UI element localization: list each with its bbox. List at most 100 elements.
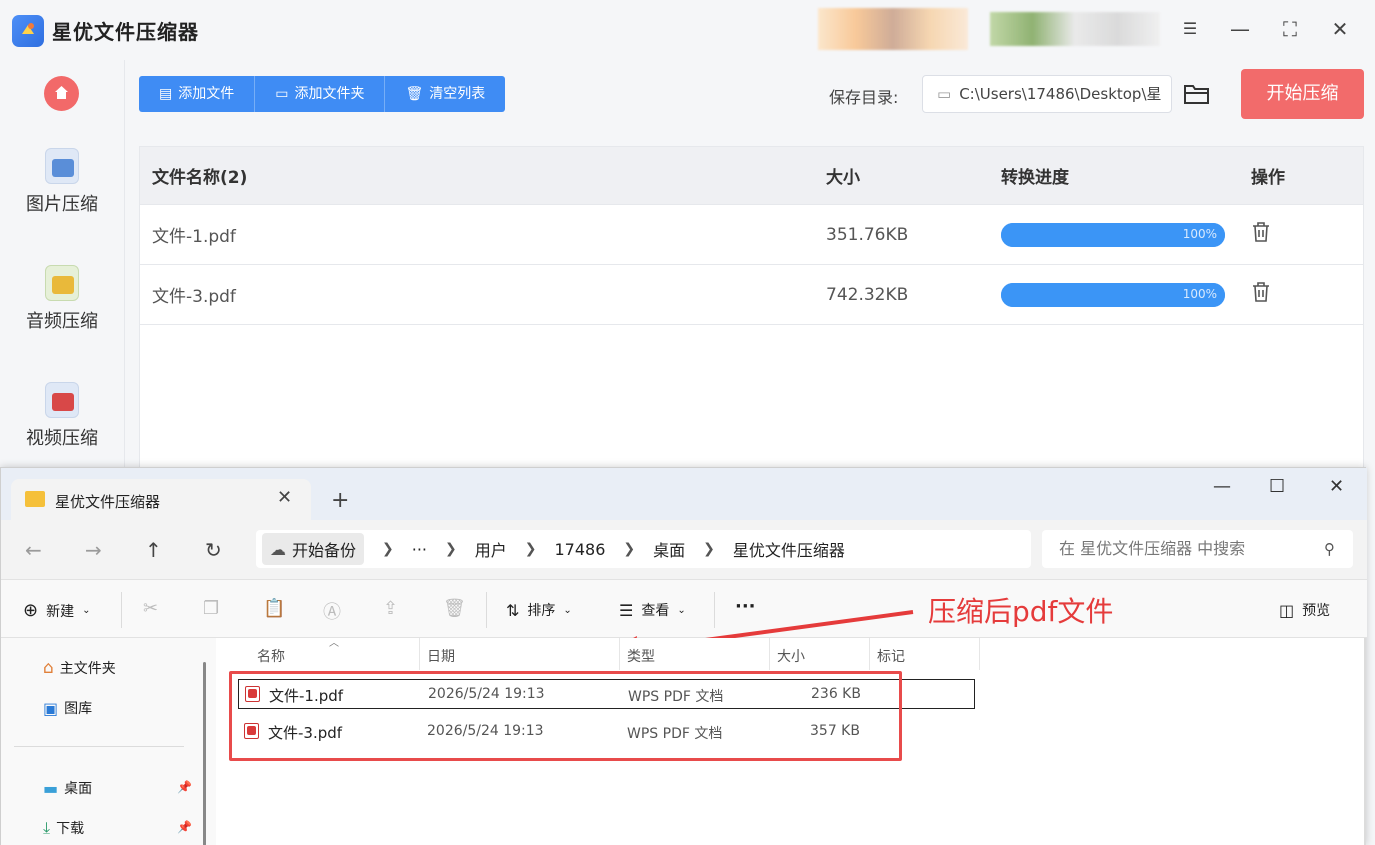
table-row: 文件-3.pdf 742.32KB 100% bbox=[140, 265, 1363, 325]
minimize-button[interactable]: — bbox=[1226, 15, 1254, 43]
tab-title: 星优文件压缩器 bbox=[55, 493, 161, 511]
save-dir-field[interactable]: ▭ C:\Users\17486\Desktop\星 bbox=[922, 75, 1172, 113]
nav-scrollbar[interactable] bbox=[203, 662, 206, 845]
sidebar: 图片压缩 音频压缩 视频压缩 bbox=[0, 60, 124, 470]
menu-icon[interactable]: ☰ bbox=[1176, 15, 1204, 43]
pin-icon[interactable]: 📌 bbox=[177, 780, 192, 794]
highlight-box bbox=[229, 671, 902, 761]
explorer-tab-bar: 星优文件压缩器 ✕ + — ☐ ✕ bbox=[1, 468, 1367, 520]
nav-item-desktop[interactable]: ▬ 桌面 bbox=[43, 778, 92, 798]
share-icon[interactable]: ⇪ bbox=[383, 598, 398, 619]
crumb-folder[interactable]: 星优文件压缩器 bbox=[733, 537, 845, 561]
sort-icon: ⇅ bbox=[506, 600, 520, 620]
nav-label: 主文件夹 bbox=[59, 661, 116, 677]
sidebar-item-label: 音频压缩 bbox=[26, 311, 98, 332]
audio-compress-icon bbox=[45, 265, 79, 301]
delete-icon[interactable] bbox=[1251, 221, 1271, 243]
sidebar-item-video[interactable]: 视频压缩 bbox=[0, 382, 124, 450]
desktop-icon: ▬ bbox=[43, 778, 59, 798]
file-name: 文件-1.pdf bbox=[152, 227, 236, 247]
crumb-users[interactable]: 用户 bbox=[475, 537, 507, 561]
backup-crumb[interactable]: ☁ 开始备份 bbox=[262, 533, 365, 565]
navigation-pane: ⌂ 主文件夹 ▣ 图库 ▬ 桌面 📌 ⤓ 下载 📌 bbox=[1, 638, 216, 845]
folder-icon bbox=[25, 491, 45, 507]
pin-icon[interactable]: 📌 bbox=[177, 820, 192, 834]
nav-item-download[interactable]: ⤓ 下载 bbox=[43, 818, 84, 838]
sidebar-item-label: 视频压缩 bbox=[26, 428, 98, 449]
breadcrumb[interactable]: ☁ 开始备份 ❯ ··· ❯ 用户 ❯ 17486 ❯ 桌面 ❯ 星优文件压缩器 bbox=[256, 530, 1031, 568]
new-button[interactable]: ⊕ 新建 ⌄ bbox=[23, 600, 90, 621]
crumb-user[interactable]: 17486 bbox=[555, 540, 606, 559]
backup-label: 开始备份 bbox=[292, 541, 357, 560]
column-type[interactable]: 类型 bbox=[627, 646, 655, 666]
download-icon: ⤓ bbox=[43, 818, 51, 837]
account-info-blurred bbox=[990, 12, 1160, 46]
explorer-close-button[interactable]: ✕ bbox=[1329, 476, 1344, 497]
open-folder-icon[interactable] bbox=[1183, 82, 1211, 106]
nav-item-home[interactable]: ⌂ 主文件夹 bbox=[43, 658, 116, 678]
close-button[interactable]: ✕ bbox=[1326, 15, 1354, 43]
cut-icon[interactable]: ✂ bbox=[143, 598, 158, 619]
copy-icon[interactable]: ❐ bbox=[203, 598, 219, 619]
home-icon: ⌂ bbox=[43, 658, 54, 678]
back-arrow-icon[interactable]: ← bbox=[25, 538, 42, 562]
sidebar-item-label: 图片压缩 bbox=[26, 194, 98, 215]
preview-button[interactable]: ◫ 预览 bbox=[1279, 600, 1330, 620]
logo-icon bbox=[22, 23, 34, 34]
divider bbox=[486, 592, 487, 628]
file-pane-scrollbar[interactable] bbox=[1364, 638, 1366, 845]
column-date[interactable]: 日期 bbox=[427, 646, 455, 666]
table-header: 文件名称(2) 大小 转换进度 操作 bbox=[140, 147, 1363, 205]
sort-caret-icon: ︿ bbox=[329, 638, 339, 649]
header-progress: 转换进度 bbox=[1001, 168, 1069, 188]
new-tab-button[interactable]: + bbox=[331, 488, 349, 513]
chevron-right-icon: ❯ bbox=[623, 541, 636, 557]
column-divider bbox=[869, 638, 870, 670]
clear-list-button[interactable]: 🗑 清空列表 bbox=[385, 76, 505, 112]
forward-arrow-icon[interactable]: → bbox=[85, 538, 102, 562]
search-input[interactable]: 在 星优文件压缩器 中搜索 ⚲ bbox=[1042, 530, 1353, 568]
delete-icon[interactable] bbox=[1251, 281, 1271, 303]
ops-cell bbox=[1251, 221, 1361, 248]
search-placeholder: 在 星优文件压缩器 中搜索 bbox=[1059, 539, 1246, 558]
rename-icon[interactable]: Ⓐ bbox=[323, 598, 341, 624]
folder-outline-icon: ▭ bbox=[937, 85, 952, 103]
sidebar-item-image[interactable]: 图片压缩 bbox=[0, 148, 124, 216]
chevron-right-icon: ❯ bbox=[445, 541, 457, 557]
column-tag[interactable]: 标记 bbox=[877, 646, 905, 666]
maximize-button[interactable]: ⛶ bbox=[1276, 15, 1304, 43]
nav-item-gallery[interactable]: ▣ 图库 bbox=[43, 698, 92, 718]
chevron-right-icon: ❯ bbox=[382, 541, 394, 557]
add-file-button[interactable]: ▤ 添加文件 bbox=[139, 76, 256, 112]
explorer-maximize-button[interactable]: ☐ bbox=[1269, 476, 1285, 497]
chevron-down-icon: ⌄ bbox=[563, 604, 572, 616]
explorer-tab[interactable]: 星优文件压缩器 ✕ bbox=[11, 479, 311, 520]
file-name: 文件-3.pdf bbox=[152, 287, 236, 307]
crumb-more[interactable]: ··· bbox=[412, 540, 427, 559]
column-size[interactable]: 大小 bbox=[777, 646, 805, 666]
sort-button[interactable]: ⇅ 排序 ⌄ bbox=[506, 600, 572, 620]
refresh-icon[interactable]: ↻ bbox=[205, 538, 222, 562]
paste-icon[interactable]: 📋 bbox=[263, 598, 285, 619]
header-size: 大小 bbox=[826, 168, 860, 188]
delete-icon[interactable]: 🗑 bbox=[443, 598, 466, 619]
add-folder-button[interactable]: ▭ 添加文件夹 bbox=[255, 76, 386, 112]
explorer-minimize-button[interactable]: — bbox=[1213, 476, 1231, 497]
sidebar-item-audio[interactable]: 音频压缩 bbox=[0, 265, 124, 333]
file-table: 文件名称(2) 大小 转换进度 操作 文件-1.pdf 351.76KB 100… bbox=[139, 146, 1364, 470]
chevron-right-icon: ❯ bbox=[703, 541, 715, 557]
column-name[interactable]: 名称 bbox=[257, 646, 285, 666]
start-compress-button[interactable]: 开始压缩 bbox=[1241, 69, 1364, 119]
image-compress-icon bbox=[45, 148, 79, 184]
home-button[interactable] bbox=[44, 76, 79, 111]
table-row: 文件-1.pdf 351.76KB 100% bbox=[140, 205, 1363, 265]
up-arrow-icon[interactable]: ↑ bbox=[145, 538, 162, 562]
ops-cell bbox=[1251, 281, 1361, 308]
tab-close-icon[interactable]: ✕ bbox=[277, 487, 292, 508]
progress-bar: 100% bbox=[1001, 282, 1225, 307]
annotation-text: 压缩后pdf文件 bbox=[928, 595, 1114, 628]
nav-label: 桌面 bbox=[64, 781, 93, 797]
user-info-blurred bbox=[818, 8, 968, 50]
crumb-desktop[interactable]: 桌面 bbox=[653, 537, 685, 561]
new-label: 新建 bbox=[46, 603, 75, 620]
